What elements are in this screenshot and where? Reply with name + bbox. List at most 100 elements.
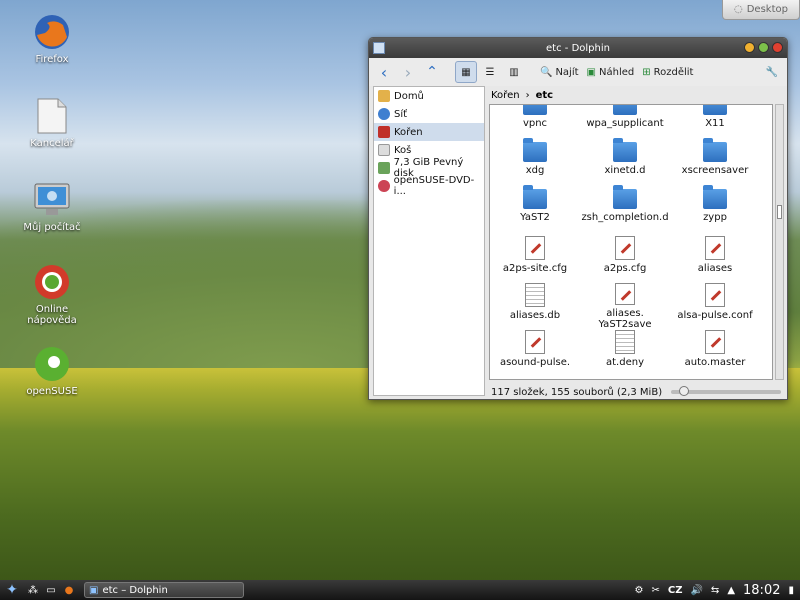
desktop-icon-opensuse[interactable]: openSUSE: [16, 344, 88, 397]
file-item[interactable]: at.deny: [580, 330, 670, 377]
place-label: Domů: [394, 90, 424, 102]
desktop-icon-label: Kancelář: [30, 138, 74, 149]
breadcrumb: Kořen › etc: [489, 86, 784, 104]
find-label: Najít: [555, 66, 579, 78]
file-name: xdg: [525, 165, 545, 176]
file-item[interactable]: zypp: [670, 185, 760, 236]
file-item[interactable]: asound-pulse.: [490, 330, 580, 377]
optical-disc-icon: [378, 180, 390, 192]
find-button[interactable]: 🔍 Najít: [537, 61, 582, 83]
minimize-button[interactable]: [744, 42, 755, 53]
file-item[interactable]: wpa_supplicant: [580, 105, 670, 142]
file-item[interactable]: aliases. YaST2save: [580, 283, 670, 330]
window-titlebar[interactable]: etc - Dolphin: [369, 38, 787, 58]
file-name: X11: [705, 118, 725, 129]
up-button[interactable]: ⌃: [421, 61, 443, 83]
desktop-icon-label: Online nápověda: [27, 304, 77, 326]
application-launcher[interactable]: ✦: [0, 580, 24, 600]
forward-button[interactable]: ›: [397, 61, 419, 83]
split-button[interactable]: ⊞ Rozdělit: [639, 61, 696, 83]
place-home[interactable]: Domů: [374, 87, 484, 105]
file-name: wpa_supplicant: [586, 118, 664, 129]
file-name: xscreensaver: [681, 165, 749, 176]
hard-disk-icon: [378, 162, 390, 174]
file-item[interactable]: xinetd.d: [580, 138, 670, 189]
preview-icon: ▣: [586, 66, 596, 78]
file-item[interactable]: alsa-pulse.conf: [670, 283, 760, 330]
maximize-button[interactable]: [758, 42, 769, 53]
file-item[interactable]: a2ps.cfg: [580, 236, 670, 283]
folder-icon: [613, 105, 637, 115]
task-label: etc – Dolphin: [102, 584, 168, 596]
show-desktop-button[interactable]: ▭: [42, 580, 60, 600]
file-item[interactable]: zsh_completion.d: [580, 185, 670, 236]
details-view-icon: ☰: [485, 66, 495, 78]
file-item[interactable]: a2ps-site.cfg: [490, 236, 580, 283]
file-name: alsa-pulse.conf: [677, 310, 753, 321]
kde-menu-icon: ✦: [6, 582, 18, 598]
file-item[interactable]: xscreensaver: [670, 138, 760, 189]
desktop-icon-online-help[interactable]: Online nápověda: [16, 262, 88, 326]
text-file-icon: [525, 330, 545, 354]
back-button[interactable]: ‹: [373, 61, 395, 83]
keyboard-layout[interactable]: CZ: [668, 585, 683, 596]
details-view-button[interactable]: ☰: [479, 61, 501, 83]
file-item[interactable]: auto.master: [670, 330, 760, 377]
zoom-slider-knob[interactable]: [679, 386, 689, 396]
folder-icon: [703, 138, 727, 162]
arrow-up-icon: ⌃: [426, 64, 438, 80]
tray-expand-icon[interactable]: ▲: [727, 585, 735, 596]
preview-button[interactable]: ▣ Náhled: [584, 61, 638, 83]
file-item[interactable]: X11: [670, 105, 760, 142]
klipper-scissors-icon[interactable]: ✂: [651, 585, 659, 596]
place-label: Síť: [394, 108, 408, 120]
file-name: aliases. YaST2save: [598, 308, 652, 330]
activities-button[interactable]: ⁂: [24, 580, 42, 600]
file-item[interactable]: vpnc: [490, 105, 580, 142]
settings-button[interactable]: 🔧: [761, 61, 783, 83]
close-button[interactable]: [772, 42, 783, 53]
volume-icon[interactable]: 🔊: [690, 585, 702, 596]
place-network[interactable]: Síť: [374, 105, 484, 123]
desktop-icon-office[interactable]: Kancelář: [16, 96, 88, 149]
text-file-icon: [615, 236, 635, 260]
desktop-icon-label: Můj počítač: [23, 222, 81, 233]
panel-toolbox-icon[interactable]: ▮: [788, 585, 794, 596]
usb-icon[interactable]: ⇆: [711, 585, 719, 596]
search-icon: 🔍: [540, 66, 553, 78]
place-label: openSUSE-DVD-i...: [393, 175, 475, 197]
columns-view-button[interactable]: ▥: [503, 61, 525, 83]
file-item[interactable]: xdg: [490, 138, 580, 189]
place-root[interactable]: Kořen: [374, 123, 484, 141]
scrollbar-thumb[interactable]: [777, 205, 782, 219]
firefox-icon: [32, 12, 72, 52]
desktop-button-label: Desktop: [746, 4, 788, 15]
breadcrumb-current[interactable]: etc: [536, 90, 554, 101]
icons-view-icon: ▦: [461, 66, 471, 78]
trash-icon: [378, 144, 390, 156]
text-file-icon: [615, 283, 635, 305]
folder-icon: [613, 185, 637, 209]
desktop-icon-firefox[interactable]: Firefox: [16, 12, 88, 65]
text-file-icon: [705, 283, 725, 307]
icons-view-button[interactable]: ▦: [455, 61, 477, 83]
vertical-scrollbar[interactable]: [775, 104, 784, 380]
settings-tray-icon[interactable]: ⚙: [635, 585, 644, 596]
folder-icon: [703, 105, 727, 115]
folder-icon: [523, 185, 547, 209]
computer-icon: [32, 180, 72, 220]
file-item[interactable]: YaST2: [490, 185, 580, 236]
taskbar-task-dolphin[interactable]: ▣ etc – Dolphin: [84, 582, 244, 598]
desktop-icon-my-computer[interactable]: Můj počítač: [16, 180, 88, 233]
zoom-slider[interactable]: [671, 386, 781, 396]
desktop-icon: ◌: [734, 4, 743, 15]
file-name: aliases: [697, 263, 733, 274]
places-panel: Domů Síť Kořen Koš 7,3 GiB Pevný disk op…: [373, 86, 485, 396]
file-item[interactable]: aliases: [670, 236, 760, 283]
breadcrumb-root[interactable]: Kořen: [491, 90, 520, 101]
clock[interactable]: 18:02: [743, 583, 780, 598]
place-dvd[interactable]: openSUSE-DVD-i...: [374, 175, 484, 197]
firefox-launcher[interactable]: ●: [60, 580, 78, 600]
desktop-button[interactable]: ◌ Desktop: [722, 0, 800, 20]
file-item[interactable]: aliases.db: [490, 283, 580, 330]
